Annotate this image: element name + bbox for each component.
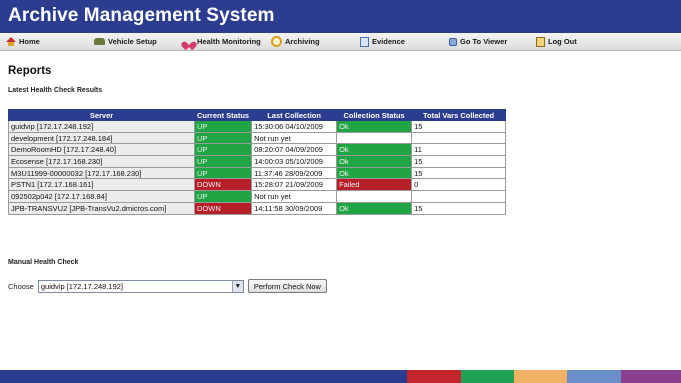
manual-check-row: Choose guidvip [172.17.248.192] ▼ Perfor… bbox=[8, 279, 327, 293]
nav-vehicle-setup-label: Vehicle Setup bbox=[108, 37, 157, 46]
last-collection-cell: 15:28:07 21/09/2009 bbox=[251, 178, 338, 192]
status-cell: UP bbox=[193, 190, 253, 203]
vars-cell: 11 bbox=[411, 143, 506, 157]
collection-status-cell: Ok bbox=[336, 201, 413, 215]
nav-archiving[interactable]: Archiving bbox=[271, 33, 320, 50]
server-name: guidvip [172.17.248.192] bbox=[8, 120, 195, 133]
footer-stripe-green bbox=[461, 370, 514, 383]
status-cell: UP bbox=[193, 120, 253, 133]
server-name: development [172.17.248.184] bbox=[8, 131, 195, 145]
col-current-status: Current Status bbox=[193, 109, 253, 121]
footer-color-bar bbox=[0, 370, 681, 383]
server-name: Ecosense [172.17.168.230] bbox=[8, 155, 195, 168]
magnifier-icon bbox=[271, 36, 282, 47]
vars-cell: 15 bbox=[411, 166, 506, 180]
footer-stripe-blue bbox=[0, 370, 407, 383]
nav-health-monitoring[interactable]: Health Monitoring bbox=[184, 33, 261, 50]
health-results-table: Server Current Status Last Collection Co… bbox=[8, 109, 506, 215]
vars-cell bbox=[411, 190, 506, 203]
perform-check-button[interactable]: Perform Check Now bbox=[247, 279, 327, 293]
nav-home[interactable]: Home bbox=[6, 33, 40, 50]
last-collection-cell: 11:37:46 28/09/2009 bbox=[251, 166, 338, 180]
server-select-value: guidvip [172.17.248.192] bbox=[40, 281, 124, 291]
server-name: PSTN1 [172.17.168.161] bbox=[8, 178, 195, 192]
nav-log-out[interactable]: Log Out bbox=[536, 33, 577, 50]
col-last-collection: Last Collection bbox=[251, 109, 338, 121]
footer-stripe-orange bbox=[514, 370, 567, 383]
nav-health-monitoring-label: Health Monitoring bbox=[197, 37, 261, 46]
server-name: DemoRoomHD [172.17.248.40] bbox=[8, 143, 195, 157]
chevron-down-icon[interactable]: ▼ bbox=[231, 280, 243, 292]
app-title: Archive Management System bbox=[8, 5, 275, 26]
nav-go-to-viewer[interactable]: Go To Viewer bbox=[449, 33, 507, 50]
table-row: development [172.17.248.184] UP Not run … bbox=[8, 131, 506, 145]
last-collection-cell: Not run yet bbox=[251, 190, 338, 203]
main-nav: Home Vehicle Setup Health Monitoring Arc… bbox=[0, 33, 681, 51]
server-name: JPB-TRANSVU2 [JPB-TransVu2.dmicros.com] bbox=[8, 201, 195, 215]
nav-vehicle-setup[interactable]: Vehicle Setup bbox=[94, 33, 157, 50]
status-cell: UP bbox=[193, 155, 253, 168]
status-cell: UP bbox=[193, 131, 253, 145]
col-server: Server bbox=[8, 109, 195, 121]
latest-results-label: Latest Health Check Results bbox=[8, 87, 103, 94]
collection-status-cell bbox=[336, 131, 413, 145]
vars-cell: 15 bbox=[411, 155, 506, 168]
vars-cell: 15 bbox=[411, 201, 506, 215]
server-name: M3U11999-00000032 [172.17.168.230] bbox=[8, 166, 195, 180]
vars-cell: 15 bbox=[411, 120, 506, 133]
last-collection-cell: 14:11:58 30/09/2009 bbox=[251, 201, 338, 215]
server-name: 092502p042 [172.17.168.84] bbox=[8, 190, 195, 203]
table-row: DemoRoomHD [172.17.248.40] UP 08:20:07 0… bbox=[8, 143, 506, 157]
nav-evidence-label: Evidence bbox=[372, 37, 405, 46]
vars-cell: 0 bbox=[411, 178, 506, 192]
col-collection-status: Collection Status bbox=[336, 109, 413, 121]
title-bar: Archive Management System bbox=[0, 0, 681, 33]
table-row: Ecosense [172.17.168.230] UP 14:00:03 05… bbox=[8, 155, 506, 168]
nav-archiving-label: Archiving bbox=[285, 37, 320, 46]
table-row: 092502p042 [172.17.168.84] UP Not run ye… bbox=[8, 190, 506, 203]
footer-stripe-purple bbox=[621, 370, 681, 383]
page-title: Reports bbox=[8, 65, 52, 77]
manual-check-label: Manual Health Check bbox=[8, 259, 79, 266]
collection-status-cell: Ok bbox=[336, 143, 413, 157]
logout-icon bbox=[536, 36, 545, 47]
table-row: M3U11999-00000032 [172.17.168.230] UP 11… bbox=[8, 166, 506, 180]
document-icon bbox=[360, 36, 369, 47]
table-header-row: Server Current Status Last Collection Co… bbox=[8, 109, 506, 121]
last-collection-cell: Not run yet bbox=[251, 131, 338, 145]
nav-home-label: Home bbox=[19, 37, 40, 46]
status-cell: DOWN bbox=[193, 201, 253, 215]
status-cell: UP bbox=[193, 166, 253, 180]
table-row: guidvip [172.17.248.192] UP 15:30:06 04/… bbox=[8, 120, 506, 133]
table-row: PSTN1 [172.17.168.161] DOWN 15:28:07 21/… bbox=[8, 178, 506, 192]
col-total-vars: Total Vars Collected bbox=[411, 109, 506, 121]
collection-status-cell bbox=[336, 190, 413, 203]
nav-go-to-viewer-label: Go To Viewer bbox=[460, 37, 508, 46]
collection-status-cell: Ok bbox=[336, 166, 413, 180]
viewer-icon bbox=[449, 37, 457, 46]
last-collection-cell: 14:00:03 05/10/2009 bbox=[251, 155, 338, 168]
server-select[interactable]: guidvip [172.17.248.192] ▼ bbox=[37, 279, 244, 293]
vars-cell bbox=[411, 131, 506, 145]
status-cell: UP bbox=[193, 143, 253, 157]
collection-status-cell: Failed bbox=[336, 178, 413, 192]
footer-stripe-lightblue bbox=[567, 370, 621, 383]
home-icon bbox=[6, 36, 16, 46]
car-icon bbox=[94, 38, 105, 45]
nav-evidence[interactable]: Evidence bbox=[360, 33, 405, 50]
collection-status-cell: Ok bbox=[336, 155, 413, 168]
last-collection-cell: 08:20:07 04/09/2009 bbox=[251, 143, 338, 157]
choose-label: Choose bbox=[8, 281, 34, 291]
nav-log-out-label: Log Out bbox=[548, 37, 577, 46]
table-row: JPB-TRANSVU2 [JPB-TransVu2.dmicros.com] … bbox=[8, 201, 506, 215]
status-cell: DOWN bbox=[193, 178, 253, 192]
last-collection-cell: 15:30:06 04/10/2009 bbox=[251, 120, 338, 133]
collection-status-cell: Ok bbox=[336, 120, 413, 133]
heart-icon bbox=[184, 38, 194, 46]
footer-stripe-red bbox=[407, 370, 461, 383]
